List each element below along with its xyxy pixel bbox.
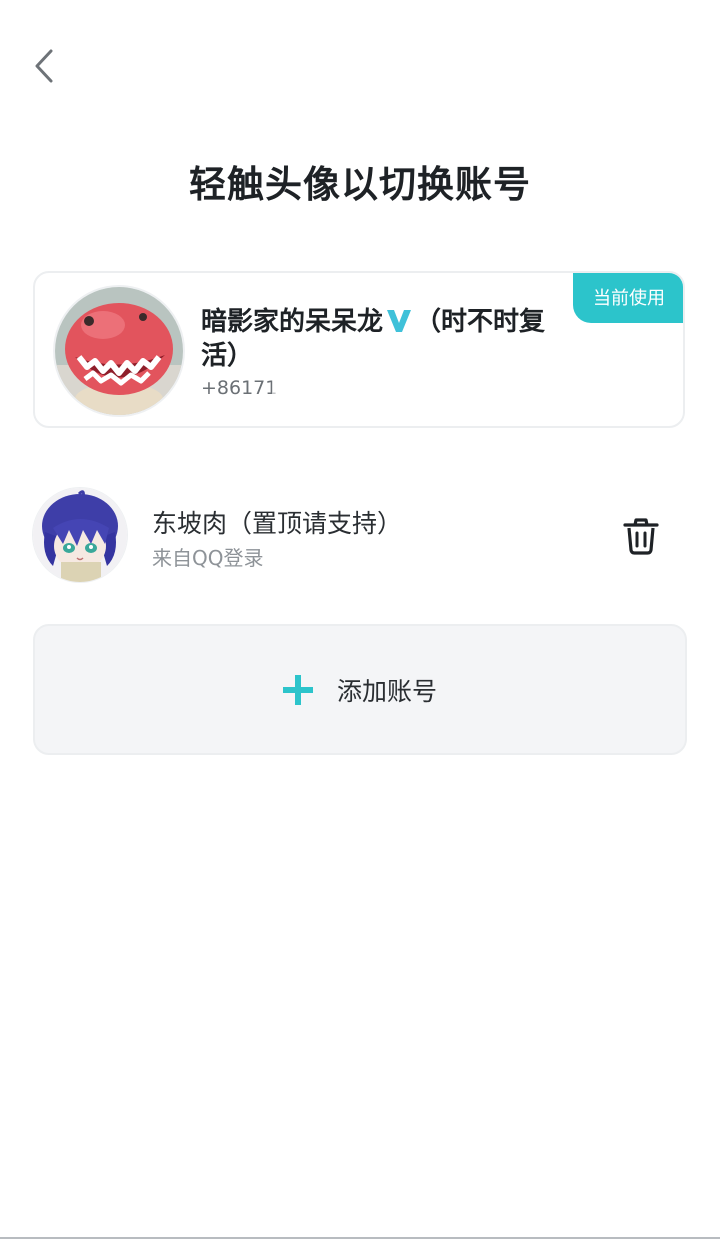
current-account-phone: +86171 [201, 377, 278, 399]
current-badge: 当前使用 [573, 273, 683, 323]
current-account-name: 暗影家的呆呆龙 （时不时复活） [201, 305, 581, 373]
anime-avatar [33, 488, 127, 582]
account-row[interactable]: 东坡肉（置顶请支持） 来自QQ登录 [33, 486, 685, 586]
red-dinosaur-avatar [55, 287, 183, 415]
account-avatar[interactable] [33, 488, 127, 582]
trash-icon [623, 518, 659, 555]
account-name: 东坡肉（置顶请支持） [152, 509, 403, 538]
add-account-label: 添加账号 [336, 676, 437, 706]
delete-account-button[interactable] [617, 512, 665, 560]
current-account-name-part1: 暗影家的呆呆龙 [201, 307, 384, 337]
current-account-avatar[interactable] [55, 287, 183, 415]
plus-icon [282, 674, 313, 705]
account-source: 来自QQ登录 [152, 546, 264, 570]
add-account-button[interactable]: 添加账号 [33, 624, 687, 755]
page-title: 轻触头像以切换账号 [189, 163, 531, 206]
phone-mask [272, 374, 392, 402]
v-verified-icon [387, 310, 412, 332]
current-account-card[interactable]: 当前使用 暗影家的呆呆龙 （时不时复活） +86171 [33, 271, 685, 428]
chevron-left-icon [35, 49, 53, 83]
back-button[interactable] [22, 42, 66, 90]
